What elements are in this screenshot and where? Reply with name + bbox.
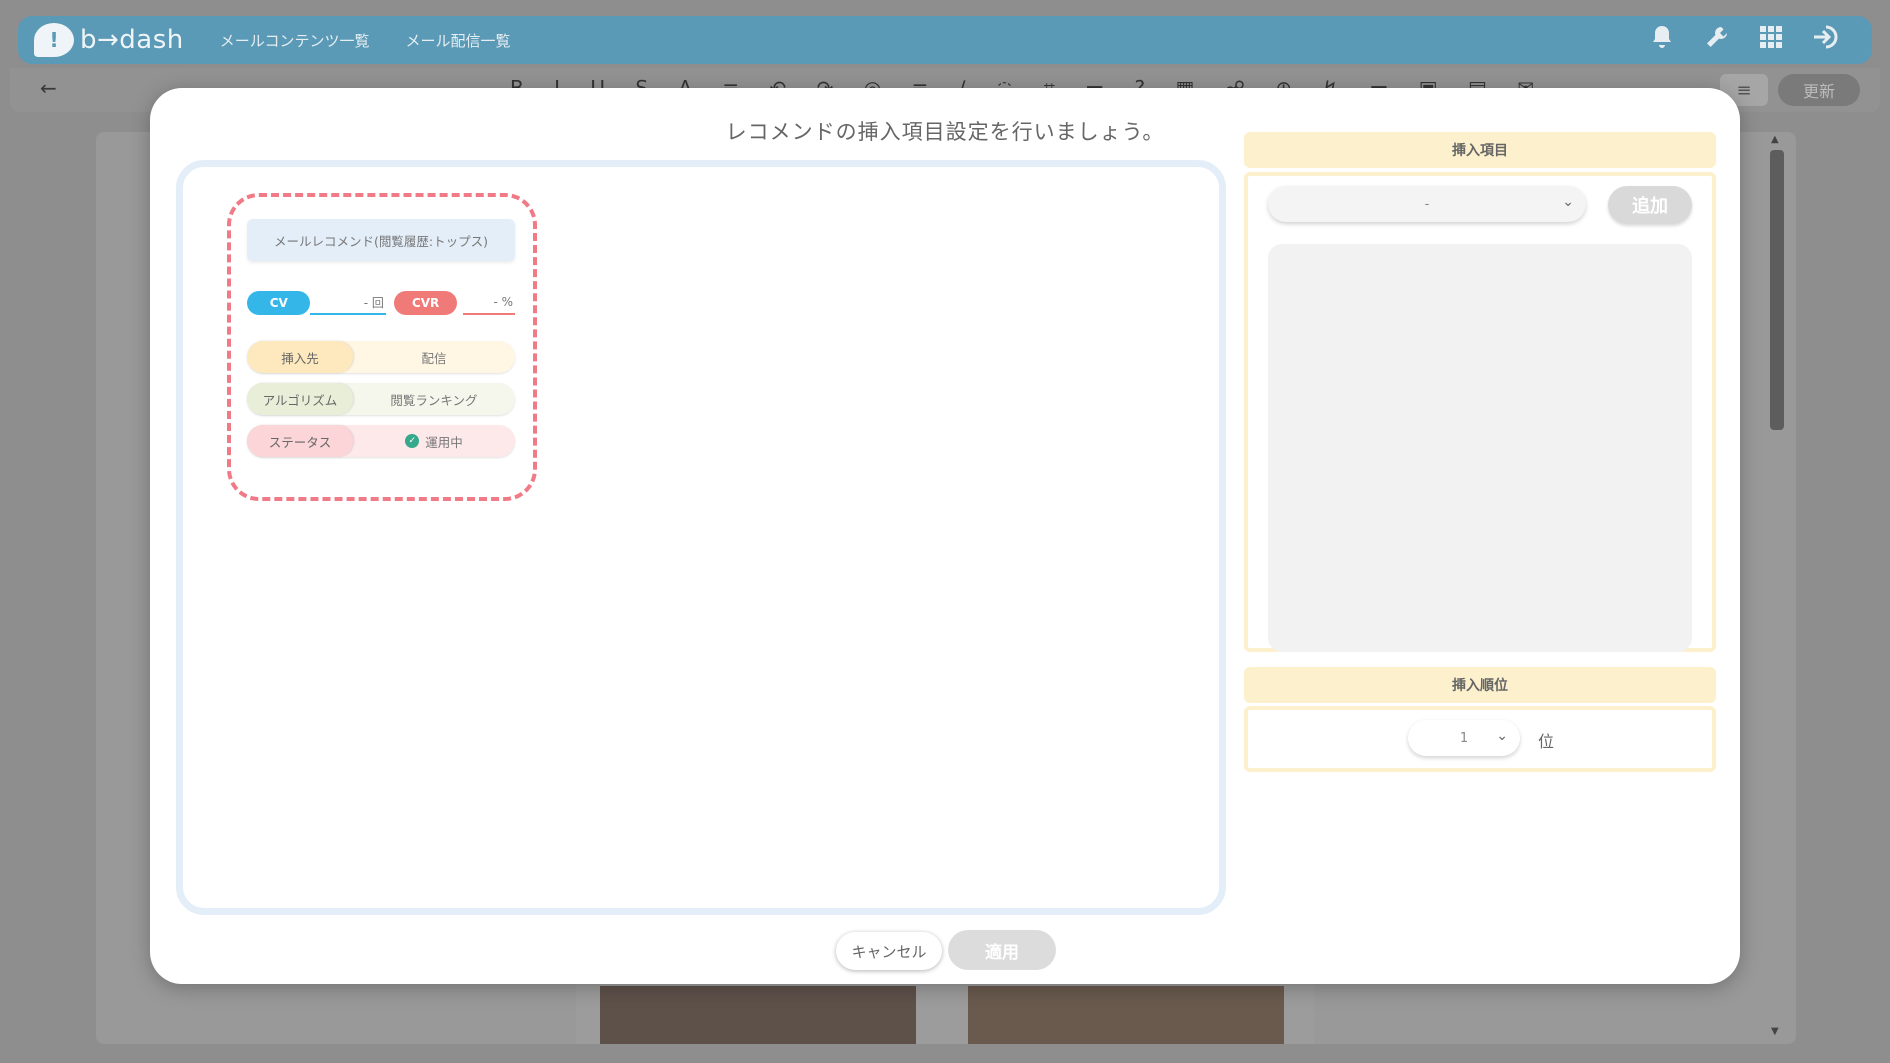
app-logo[interactable]: ! b→dash	[34, 23, 184, 57]
cv-badge: CV	[247, 291, 311, 315]
scroll-down-icon[interactable]: ▼	[1771, 1026, 1779, 1037]
scrollbar-thumb[interactable]	[1770, 150, 1784, 430]
nav-mail-contents[interactable]: メールコンテンツ一覧	[220, 30, 370, 51]
app-header: ! b→dash メールコンテンツ一覧 メール配信一覧	[18, 16, 1872, 64]
insert-rank-select[interactable]: 1 ⌄	[1408, 720, 1520, 756]
logout-icon[interactable]	[1812, 24, 1842, 57]
metrics-row: CV - 回 CVR - %	[247, 291, 515, 315]
insert-items-header: 挿入項目	[1244, 132, 1716, 168]
logo-mark-icon: !	[34, 23, 74, 57]
recommend-preview-panel: メールレコメンド(閲覧履歴:トップス) CV - 回 CVR - % 挿入先 配…	[176, 160, 1226, 915]
insert-rank-header: 挿入順位	[1244, 667, 1716, 703]
nav-mail-delivery[interactable]: メール配信一覧	[405, 30, 510, 51]
back-arrow-icon[interactable]: ←	[40, 76, 57, 100]
insert-rank-select-value: 1	[1459, 730, 1469, 746]
insert-item-select[interactable]: - ⌄	[1268, 186, 1586, 222]
status-text: 運用中	[425, 434, 463, 450]
recommend-card[interactable]: メールレコメンド(閲覧履歴:トップス) CV - 回 CVR - % 挿入先 配…	[227, 193, 537, 501]
insert-rank-box: 1 ⌄ 位	[1244, 706, 1716, 772]
algorithm-value: 閲覧ランキング	[390, 392, 478, 408]
scroll-up-icon[interactable]: ▲	[1771, 134, 1779, 145]
apply-button[interactable]: 適用	[948, 930, 1056, 970]
cvr-value: - %	[463, 291, 515, 315]
algorithm-label: アルゴリズム	[247, 383, 353, 415]
recommend-card-title: メールレコメンド(閲覧履歴:トップス)	[247, 219, 515, 261]
insert-target-value: 配信	[421, 350, 447, 366]
cancel-button[interactable]: キャンセル	[836, 932, 942, 970]
product-image-2	[968, 986, 1284, 1044]
update-button[interactable]: 更新	[1778, 74, 1860, 106]
status-row: ステータス ✓ 運用中	[247, 425, 515, 457]
rank-unit: 位	[1538, 732, 1555, 751]
check-circle-icon: ✓	[405, 434, 420, 448]
recommend-settings-modal: レコメンドの挿入項目設定を行いましょう。 メールレコメンド(閲覧履歴:トップス)…	[150, 88, 1740, 984]
chevron-down-icon: ⌄	[1562, 194, 1574, 210]
grid-icon[interactable]	[1760, 25, 1782, 55]
status-label: ステータス	[247, 425, 353, 457]
insert-items-list[interactable]	[1268, 244, 1692, 652]
insert-items-box: - ⌄ 追加	[1244, 172, 1716, 652]
bell-icon[interactable]	[1650, 24, 1674, 57]
product-image-1	[600, 986, 916, 1044]
cvr-badge: CVR	[393, 291, 458, 315]
add-button[interactable]: 追加	[1608, 186, 1692, 224]
wrench-icon[interactable]	[1704, 24, 1730, 57]
logo-text: b→dash	[80, 25, 184, 55]
insert-target-label: 挿入先	[247, 341, 353, 373]
status-value: ✓ 運用中	[353, 432, 515, 451]
insert-item-select-value: -	[1424, 196, 1430, 212]
cv-value: - 回	[310, 291, 386, 315]
algorithm-row: アルゴリズム 閲覧ランキング	[247, 383, 515, 415]
chevron-down-icon: ⌄	[1496, 728, 1508, 744]
insert-target-row: 挿入先 配信	[247, 341, 515, 373]
